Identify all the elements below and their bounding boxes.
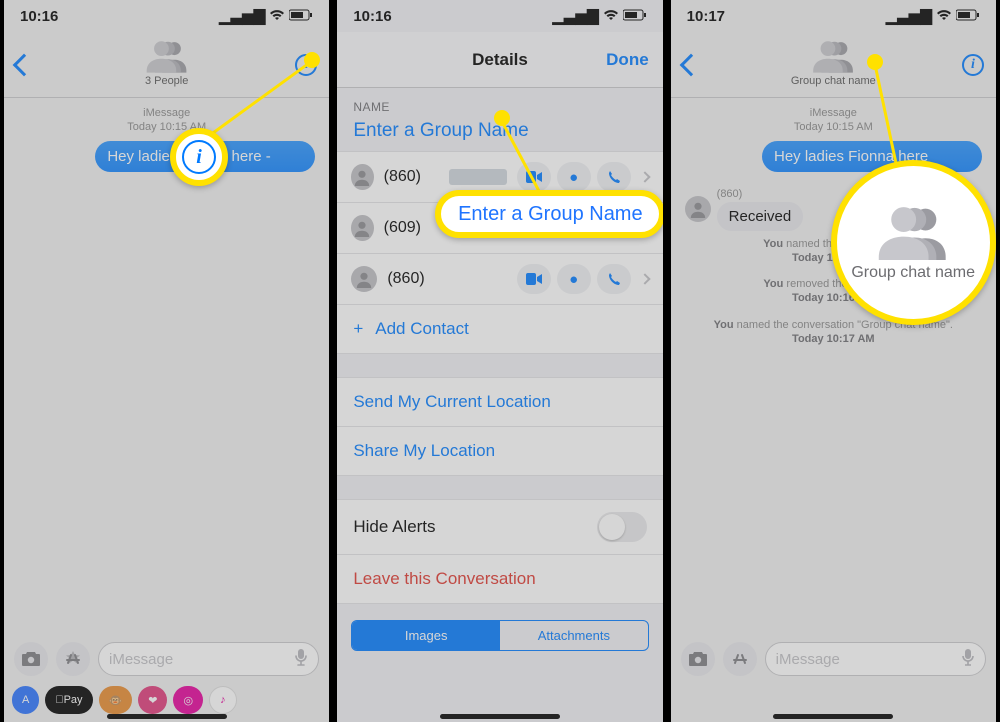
- screenshot-2-details: 10:16 ▁▃▅▇ Details Done NAME Enter a Gro…: [333, 0, 666, 722]
- wifi-icon: [603, 8, 619, 25]
- avatar-icon: [685, 196, 711, 222]
- redacted-number: [449, 169, 507, 185]
- add-contact-button[interactable]: + Add Contact: [337, 304, 662, 354]
- apple-pay-pill[interactable]: Pay: [45, 686, 92, 714]
- chat-header: 3 People i: [4, 32, 329, 98]
- app-store-pill[interactable]: A: [12, 686, 39, 714]
- contact-row[interactable]: (609): [337, 202, 662, 254]
- header-title-group[interactable]: 3 People: [143, 38, 191, 87]
- leave-conversation-button[interactable]: Leave this Conversation: [337, 554, 662, 604]
- send-location-button[interactable]: Send My Current Location: [337, 377, 662, 427]
- attachments-segmented-control[interactable]: Images Attachments: [351, 620, 648, 651]
- music-pill[interactable]: ◎: [173, 686, 203, 714]
- info-button[interactable]: i: [962, 54, 984, 76]
- sent-message-bubble[interactable]: Hey ladies Fionna here -: [95, 141, 315, 172]
- contact-row[interactable]: (860) ●: [337, 253, 662, 305]
- status-bar: 10:16 ▁▃▅▇: [337, 0, 662, 32]
- done-button[interactable]: Done: [606, 50, 649, 70]
- details-title: Details: [472, 50, 528, 70]
- photos-pill[interactable]: ❤: [138, 686, 167, 714]
- home-indicator[interactable]: [107, 714, 227, 719]
- sender-label: (860): [717, 188, 804, 200]
- home-indicator[interactable]: [773, 714, 893, 719]
- signal-icon: ▁▃▅▇: [886, 7, 932, 25]
- system-message: You removed the name from Today 10:16 AM: [671, 271, 996, 312]
- chevron-right-icon: [639, 273, 650, 284]
- group-avatar-icon: [143, 38, 191, 74]
- details-header: Details Done: [337, 32, 662, 88]
- avatar-icon: [351, 164, 373, 190]
- app-store-button[interactable]: [723, 642, 757, 676]
- incoming-row: (860) Received: [671, 178, 996, 231]
- status-bar: 10:17 ▁▃▅▇: [671, 0, 996, 32]
- signal-icon: ▁▃▅▇: [219, 7, 265, 25]
- screenshot-1-chat: 10:16 ▁▃▅▇ 3 People i iMessa: [0, 0, 333, 722]
- message-input[interactable]: iMessage: [765, 642, 986, 676]
- status-icons: ▁▃▅▇: [219, 7, 313, 25]
- call-button[interactable]: [597, 264, 631, 294]
- app-store-button[interactable]: [56, 642, 90, 676]
- hide-alerts-toggle[interactable]: [597, 512, 647, 542]
- header-title-group[interactable]: Group chat name: [791, 38, 876, 87]
- battery-icon: [289, 8, 313, 25]
- group-name-input[interactable]: Enter a Group Name: [337, 116, 662, 152]
- contact-row[interactable]: (860) ●: [337, 151, 662, 203]
- back-button[interactable]: [679, 53, 702, 76]
- clock: 10:16: [20, 8, 58, 25]
- system-message: You named the conversation "Group chat n…: [671, 312, 996, 353]
- mic-icon[interactable]: [294, 648, 308, 670]
- clock: 10:16: [353, 8, 391, 25]
- message-button[interactable]: ●: [557, 264, 591, 294]
- message-button[interactable]: ●: [557, 162, 591, 192]
- name-section-label: NAME: [337, 88, 662, 116]
- system-message: You named the conversation Today 10:16 A…: [671, 231, 996, 272]
- conversation-meta: iMessage Today 10:15 AM: [671, 98, 996, 135]
- received-message-bubble[interactable]: Received: [717, 202, 804, 231]
- header-subtitle: Group chat name: [791, 75, 876, 87]
- contact-number: (860): [387, 270, 442, 288]
- wifi-icon: [936, 8, 952, 25]
- camera-button[interactable]: [681, 642, 715, 676]
- itunes-pill[interactable]: ♪: [209, 686, 237, 714]
- hide-alerts-row: Hide Alerts: [337, 499, 662, 555]
- message-input[interactable]: iMessage: [98, 642, 319, 676]
- seg-attachments[interactable]: Attachments: [500, 621, 648, 650]
- clock: 10:17: [687, 8, 725, 25]
- screenshot-3-renamed: 10:17 ▁▃▅▇ Group chat name i iMessage To…: [667, 0, 1000, 722]
- facetime-button[interactable]: [517, 162, 551, 192]
- conversation-meta: iMessage Today 10:15 AM: [4, 98, 329, 135]
- seg-images[interactable]: Images: [352, 621, 500, 650]
- home-indicator[interactable]: [440, 714, 560, 719]
- group-avatar-icon: [809, 38, 857, 74]
- facetime-button[interactable]: [517, 264, 551, 294]
- redacted-number: [449, 220, 507, 236]
- mic-icon[interactable]: [961, 648, 975, 670]
- message-input-bar: iMessage: [671, 636, 996, 682]
- chat-header: Group chat name i: [671, 32, 996, 98]
- battery-icon: [956, 8, 980, 25]
- status-bar: 10:16 ▁▃▅▇: [4, 0, 329, 32]
- animoji-pill[interactable]: 🐵: [99, 686, 133, 714]
- avatar-icon: [351, 266, 377, 292]
- avatar-icon: [351, 215, 373, 241]
- contact-number: (609): [384, 219, 439, 237]
- back-button[interactable]: [13, 53, 36, 76]
- share-location-button[interactable]: Share My Location: [337, 426, 662, 476]
- wifi-icon: [269, 8, 285, 25]
- app-strip[interactable]: A Pay 🐵 ❤ ◎ ♪: [4, 686, 329, 714]
- message-input-bar: iMessage: [4, 636, 329, 682]
- contact-number: (860): [384, 168, 439, 186]
- signal-icon: ▁▃▅▇: [553, 7, 599, 25]
- call-button[interactable]: [597, 162, 631, 192]
- sent-message-bubble[interactable]: Hey ladies Fionna here: [762, 141, 982, 172]
- plus-icon: +: [353, 319, 363, 339]
- header-subtitle: 3 People: [145, 75, 188, 87]
- info-button[interactable]: i: [295, 54, 317, 76]
- battery-icon: [623, 8, 647, 25]
- camera-button[interactable]: [14, 642, 48, 676]
- chevron-right-icon: [639, 171, 650, 182]
